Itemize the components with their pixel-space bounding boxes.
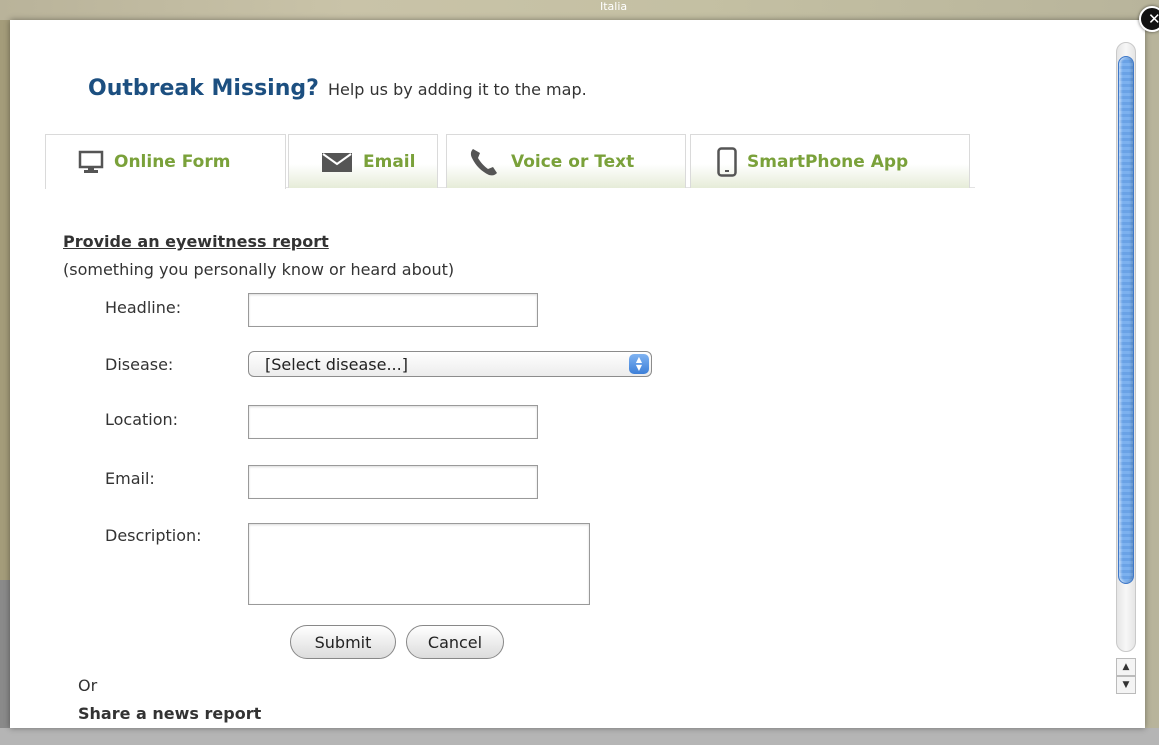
map-country-label: Italia — [600, 0, 628, 13]
description-label: Description: — [105, 526, 202, 545]
report-outbreak-modal: Outbreak Missing? Help us by adding it t… — [10, 20, 1145, 728]
disease-label: Disease: — [105, 355, 174, 374]
tab-smartphone-app[interactable]: SmartPhone App — [690, 134, 970, 188]
cancel-button[interactable]: Cancel — [406, 625, 504, 659]
report-method-tabs: Online Form Email Voice or Text SmartPho… — [45, 134, 975, 189]
modal-title: Outbreak Missing? Help us by adding it t… — [88, 76, 587, 101]
location-label: Location: — [105, 410, 179, 429]
tab-voice-or-text-label: Voice or Text — [511, 151, 635, 172]
select-arrows-icon: ▲ ▼ — [629, 354, 649, 374]
modal-title-rest: Help us by adding it to the map. — [327, 80, 587, 99]
tab-online-form-label: Online Form — [114, 152, 231, 172]
monitor-icon — [78, 149, 104, 175]
page-bottom-band — [0, 728, 1159, 745]
tab-email[interactable]: Email — [288, 134, 438, 188]
submit-button[interactable]: Submit — [290, 625, 396, 659]
headline-label: Headline: — [105, 298, 182, 317]
tab-voice-or-text[interactable]: Voice or Text — [446, 134, 686, 188]
modal-title-bold: Outbreak Missing? — [88, 76, 319, 101]
news-report-heading[interactable]: Share a news report — [78, 704, 261, 723]
disease-select-value: [Select disease...] — [265, 354, 408, 374]
email-label: Email: — [105, 469, 155, 488]
location-input[interactable] — [248, 405, 538, 439]
or-separator: Or — [78, 676, 98, 695]
description-textarea[interactable] — [248, 523, 590, 605]
email-input[interactable] — [248, 465, 538, 499]
scroll-down-icon[interactable]: ▼ — [1116, 676, 1136, 694]
envelope-icon — [321, 151, 353, 173]
disease-select[interactable]: [Select disease...] ▲ ▼ — [248, 351, 652, 377]
close-icon: ✕ — [1148, 10, 1159, 28]
eyewitness-report-subtitle: (something you personally know or heard … — [63, 260, 455, 279]
phone-icon — [467, 145, 501, 179]
tab-smartphone-app-label: SmartPhone App — [747, 151, 909, 172]
eyewitness-report-heading[interactable]: Provide an eyewitness report — [63, 232, 329, 251]
tab-email-label: Email — [363, 151, 416, 172]
scrollbar-thumb[interactable] — [1118, 56, 1134, 584]
headline-input[interactable] — [248, 293, 538, 327]
scroll-up-icon[interactable]: ▲ — [1116, 658, 1136, 676]
smartphone-icon — [717, 146, 737, 177]
tab-online-form[interactable]: Online Form — [45, 134, 286, 189]
close-modal-button[interactable]: ✕ — [1139, 6, 1159, 32]
